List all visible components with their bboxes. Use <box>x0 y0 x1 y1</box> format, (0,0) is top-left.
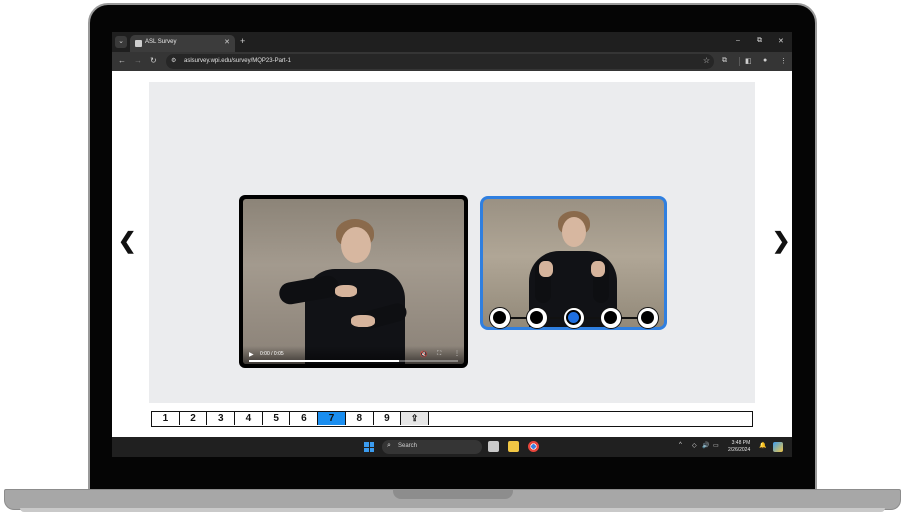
mute-icon[interactable]: 🔇 <box>420 351 427 358</box>
rating-option-dot <box>641 311 654 324</box>
rating-option-5[interactable] <box>637 307 659 329</box>
tab-search-icon[interactable]: ⌄ <box>115 36 127 48</box>
close-window-button[interactable]: ✕ <box>778 37 784 45</box>
new-tab-button[interactable]: + <box>240 36 245 46</box>
battery-icon[interactable]: ▭ <box>713 442 719 449</box>
page-button-5[interactable]: 5 <box>263 412 291 425</box>
page-button-6[interactable]: 6 <box>291 412 319 425</box>
taskbar-clock[interactable]: 3:48 PM 2/26/2024 <box>728 440 750 454</box>
url-text[interactable]: aslsurvey.wpi.edu/survey/MQP23-Part-1 <box>184 58 291 64</box>
tab-title: ASL Survey <box>145 39 177 45</box>
bookmark-star-icon[interactable]: ☆ <box>703 56 710 65</box>
video-time: 0:00 / 0:05 <box>260 351 284 357</box>
rating-option-2[interactable] <box>526 307 548 329</box>
address-bar[interactable]: ⚙ aslsurvey.wpi.edu/survey/MQP23-Part-1 … <box>166 54 714 69</box>
tray-overflow-icon[interactable]: ^ <box>679 442 682 448</box>
minimize-button[interactable]: – <box>736 37 740 44</box>
clock-time: 3:48 PM <box>731 440 751 446</box>
sign-video-frame: ▶ 0:00 / 0:05 🔇 ⛶ ⋮ <box>243 199 464 364</box>
search-icon: ⌕ <box>387 442 391 449</box>
extensions-icon[interactable]: ⧉ <box>722 57 727 65</box>
page-button-8[interactable]: 8 <box>346 412 374 425</box>
page-button-7[interactable]: 7 <box>318 412 346 425</box>
clock-date: 2/26/2024 <box>728 447 751 453</box>
page-button-3[interactable]: 3 <box>207 412 236 425</box>
rating-option-4[interactable] <box>600 307 622 329</box>
play-icon[interactable]: ▶ <box>249 351 254 358</box>
reference-signer-left-hand <box>539 261 553 277</box>
sign-video-player[interactable]: ▶ 0:00 / 0:05 🔇 ⛶ ⋮ <box>239 195 468 368</box>
copilot-icon[interactable] <box>773 442 783 452</box>
favicon-icon <box>135 40 142 47</box>
signer-hand-lower <box>351 315 375 327</box>
restore-button[interactable]: ⧉ <box>757 37 762 45</box>
browser-toolbar: ← → ↻ ⚙ aslsurvey.wpi.edu/survey/MQP23-P… <box>112 52 792 71</box>
back-button[interactable]: ← <box>118 56 126 66</box>
browser-tab-strip: ⌄ ASL Survey ✕ + – ⧉ ✕ <box>112 32 792 52</box>
rating-option-3[interactable] <box>563 307 585 329</box>
taskbar-search-box[interactable]: ⌕ Search <box>382 440 482 454</box>
signer-hand-upper <box>335 285 357 297</box>
reference-signer-head <box>562 217 586 247</box>
toolbar-divider <box>739 57 740 66</box>
survey-page: ❮ ❯ ▶ 0:00 / 0:05 🔇 ⛶ ⋮ 1 2 3 4 5 6 7 8 … <box>112 71 792 437</box>
wifi-icon[interactable]: ◇ <box>692 442 697 449</box>
chrome-icon[interactable] <box>528 441 539 452</box>
laptop-screen: ⌄ ASL Survey ✕ + – ⧉ ✕ ← → ↻ ⚙ aslsurvey… <box>112 32 792 457</box>
chrome-menu-icon[interactable]: ⋮ <box>780 57 787 65</box>
windows-taskbar: ⌕ Search ^ ◇ 🔊 ▭ 3:48 PM 2/26/2024 🔔 <box>112 437 792 457</box>
upload-submit-button[interactable]: ⇪ <box>401 412 429 425</box>
rating-option-dot <box>493 311 506 324</box>
fullscreen-icon[interactable]: ⛶ <box>437 351 441 358</box>
rating-option-1[interactable] <box>489 307 511 329</box>
laptop-notch <box>393 489 513 499</box>
tab-asl-survey[interactable]: ASL Survey ✕ <box>130 35 235 52</box>
task-view-icon[interactable] <box>488 441 499 452</box>
forward-button[interactable]: → <box>134 56 142 66</box>
page-button-9[interactable]: 9 <box>374 412 402 425</box>
site-info-icon[interactable]: ⚙ <box>171 57 176 64</box>
file-explorer-icon[interactable] <box>508 441 519 452</box>
rating-option-dot <box>566 310 581 325</box>
reload-button[interactable]: ↻ <box>150 56 157 66</box>
rating-option-dot <box>604 311 617 324</box>
side-panel-icon[interactable]: ◧ <box>745 57 752 65</box>
video-controls: ▶ 0:00 / 0:05 🔇 ⛶ ⋮ <box>243 346 464 364</box>
start-menu-icon[interactable] <box>364 442 374 452</box>
next-arrow-button[interactable]: ❯ <box>772 229 790 253</box>
page-button-4[interactable]: 4 <box>235 412 263 425</box>
volume-icon[interactable]: 🔊 <box>702 442 709 449</box>
reference-signer-right-hand <box>591 261 605 277</box>
laptop-foot <box>20 508 885 512</box>
tab-close-icon[interactable]: ✕ <box>224 38 230 46</box>
page-button-1[interactable]: 1 <box>152 412 180 425</box>
page-button-2[interactable]: 2 <box>180 412 208 425</box>
search-placeholder: Search <box>398 443 418 449</box>
video-progress-fill <box>249 360 400 362</box>
profile-icon[interactable]: ● <box>763 57 767 64</box>
notification-bell-icon[interactable]: 🔔 <box>759 442 766 449</box>
page-navigator: 1 2 3 4 5 6 7 8 9 ⇪ <box>151 411 753 427</box>
signer-head <box>341 227 371 263</box>
rating-option-dot <box>530 311 543 324</box>
video-more-icon[interactable]: ⋮ <box>454 350 460 357</box>
video-progress-track[interactable] <box>249 360 458 362</box>
previous-arrow-button[interactable]: ❮ <box>118 229 136 253</box>
